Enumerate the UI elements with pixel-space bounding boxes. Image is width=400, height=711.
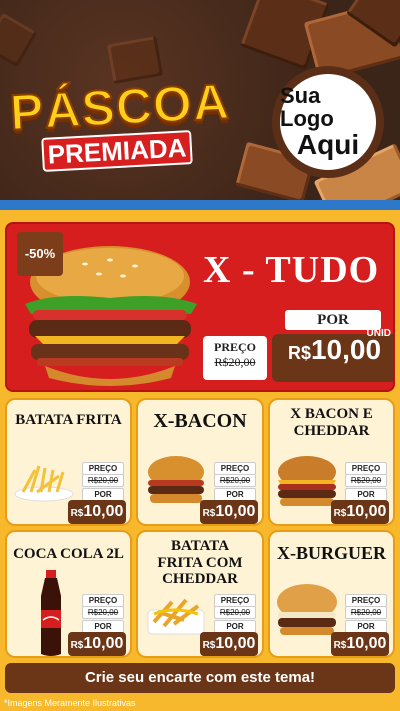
new-price-tag: UNID R$10,00 — [272, 328, 393, 382]
price: 10,00 — [83, 635, 124, 652]
title-pascoa: PÁSCOA — [8, 72, 233, 141]
product-card: X-BURGUER PREÇO R$20,00 POR R$10,00 — [268, 530, 395, 658]
product-title: X-BURGUER — [276, 543, 386, 563]
currency: R$ — [70, 640, 84, 651]
old-price-tag: PREÇO R$20,00 — [203, 336, 267, 380]
logo-placeholder: Sua Logo Aqui — [272, 66, 384, 178]
price: 10,00 — [215, 635, 256, 652]
currency: R$ — [202, 508, 216, 519]
old-price: R$20,00 — [214, 606, 256, 619]
old-price: R$20,00 — [82, 474, 124, 487]
discount-badge: -50% — [17, 232, 63, 276]
chocolate-piece — [0, 12, 38, 68]
currency: R$ — [333, 508, 347, 519]
product-title: X BACON E CHEDDAR — [290, 406, 373, 439]
price-tag: R$10,00 — [200, 500, 258, 524]
old-price: R$20,00 — [82, 606, 124, 619]
price: 10,00 — [346, 503, 387, 520]
price-tag: R$10,00 — [331, 632, 389, 656]
fries-image — [14, 465, 74, 502]
product-title: BATATA FRITA COM CHEDDAR — [157, 538, 243, 587]
currency: R$ — [70, 508, 84, 519]
hero-title: X - TUDO — [203, 249, 380, 291]
price: 10,00 — [346, 635, 387, 652]
price-tag: R$10,00 — [331, 500, 389, 524]
burger-image — [148, 456, 204, 503]
price-tag: R$10,00 — [68, 632, 126, 656]
disclaimer: *Imagens Meramente Ilustrativas — [4, 698, 136, 708]
price: 10,00 — [215, 503, 256, 520]
currency: R$ — [333, 640, 347, 651]
old-price: R$20,00 — [345, 606, 387, 619]
currency: R$ — [202, 640, 216, 651]
product-card: BATATA FRITA COM CHEDDAR PREÇO R$20,00 P… — [136, 530, 264, 658]
currency: R$ — [287, 343, 311, 363]
product-card: COCA COLA 2L PREÇO R$20,00 POR R$10,00 — [5, 530, 132, 658]
old-price: R$20,00 — [345, 474, 387, 487]
product-card: X-BACON PREÇO R$20,00 POR R$10,00 — [136, 398, 264, 526]
unit-label: UNID — [366, 328, 391, 339]
old-price: R$20,00 — [214, 474, 256, 487]
product-title: COCA COLA 2L — [13, 546, 124, 562]
product-title: X-BACON — [153, 410, 247, 432]
cta-banner: Crie seu encarte com este tema! — [5, 663, 395, 693]
header-banner: PÁSCOA PREMIADA Sua Logo Aqui — [0, 0, 400, 205]
product-card: BATATA FRITA PREÇO R$20,00 POR R$10,00 — [5, 398, 132, 526]
burger-image — [278, 456, 336, 506]
por-label: POR — [285, 310, 381, 330]
price-tag: R$10,00 — [68, 500, 126, 524]
title-premiada: PREMIADA — [41, 130, 193, 172]
hero-offer: -50% X - TUDO PREÇO R$20,00 POR UNID R$1… — [5, 222, 395, 392]
product-card: X BACON E CHEDDAR PREÇO R$20,00 POR R$10… — [268, 398, 395, 526]
old-price: R$20,00 — [214, 355, 256, 369]
soda-bottle-image — [41, 570, 61, 656]
blue-stripe — [0, 200, 400, 210]
product-title: BATATA FRITA — [15, 412, 122, 428]
burger-image — [277, 584, 337, 635]
fries-cheddar-image — [147, 598, 205, 635]
price-label: PREÇO — [214, 340, 256, 354]
logo-text-line1: Sua Logo — [280, 83, 334, 132]
price: 10,00 — [83, 503, 124, 520]
price-tag: R$10,00 — [200, 632, 258, 656]
logo-text-line2: Aqui — [296, 129, 360, 161]
